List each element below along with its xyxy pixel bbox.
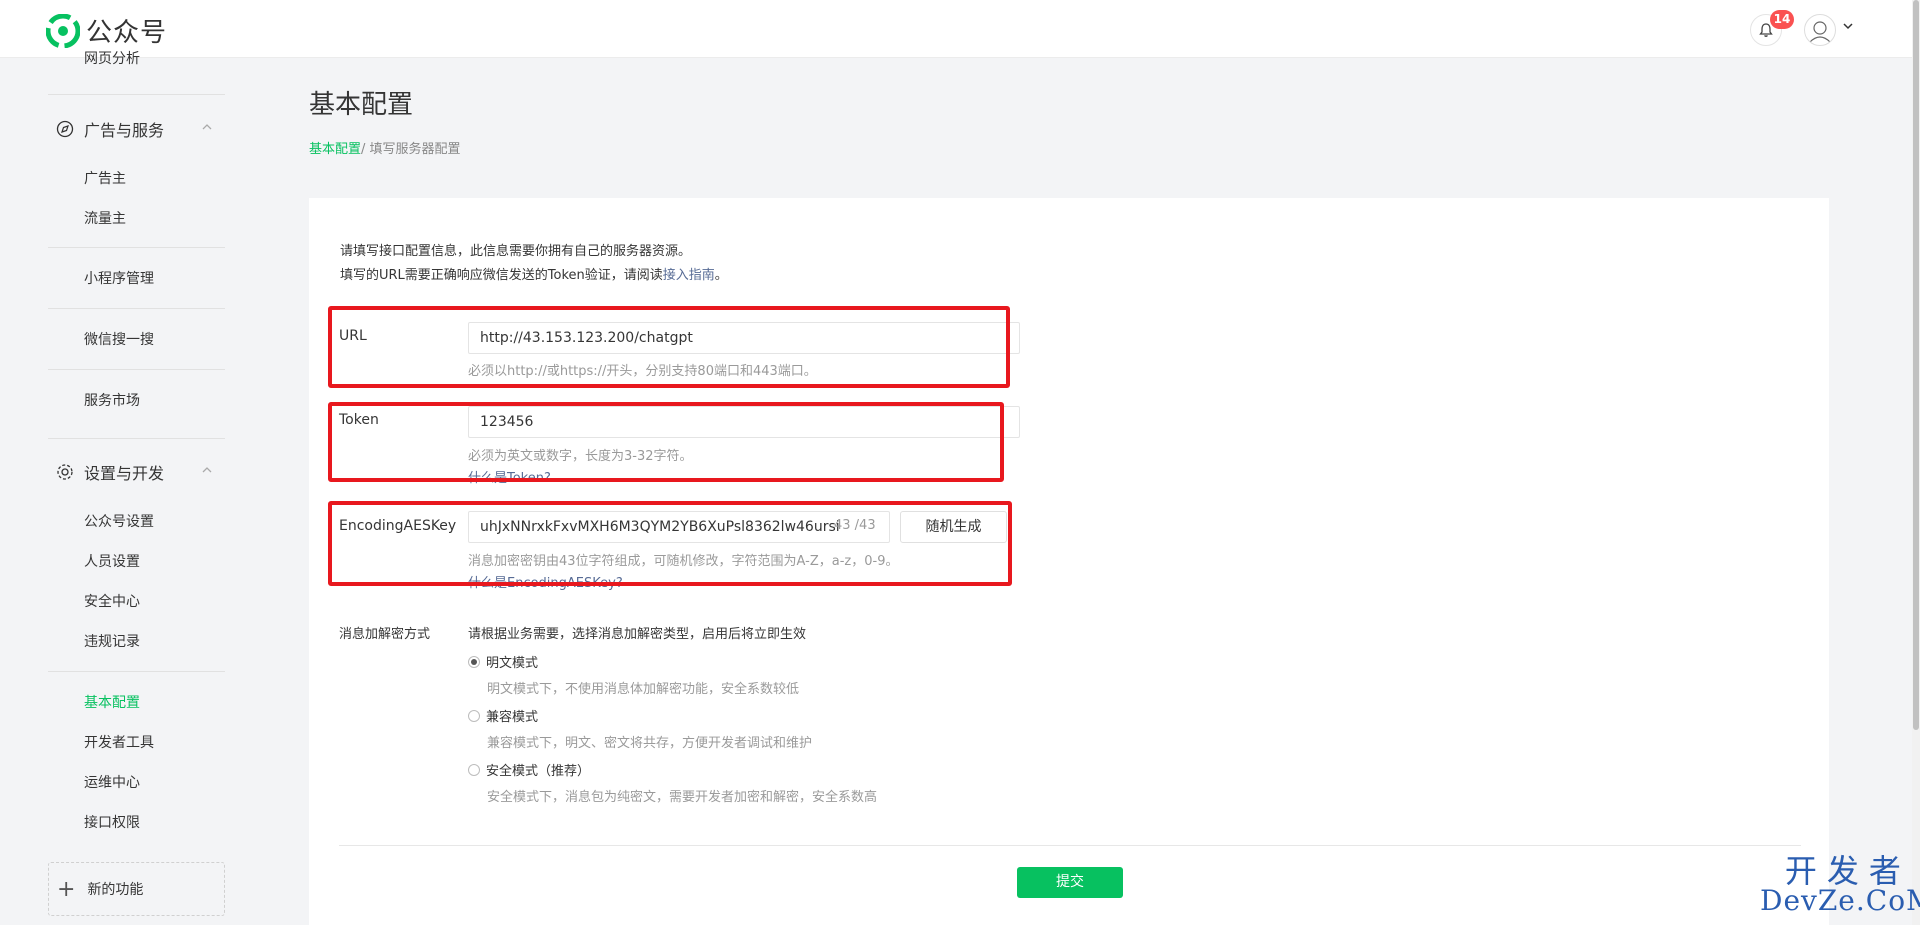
sidebar-divider (48, 369, 225, 370)
sidebar-item-publisher[interactable]: 流量主 (84, 208, 126, 228)
sidebar-group-ads[interactable]: 广告与服务 (56, 117, 164, 141)
divider (339, 845, 1801, 846)
chevron-up-icon[interactable] (200, 120, 214, 134)
radio-description: 明文模式下，不使用消息体加解密功能，安全系数较低 (487, 682, 800, 697)
sidebar-item-security-center[interactable]: 安全中心 (84, 591, 140, 611)
radio-plaintext-mode[interactable]: 明文模式 (468, 652, 538, 671)
notification-count-badge: 14 (1770, 10, 1794, 29)
radio-description: 兼容模式下，明文、密文将共存，方便开发者调试和维护 (487, 736, 813, 751)
user-avatar-icon (1809, 21, 1831, 43)
scrollbar[interactable] (1912, 0, 1920, 925)
desc-line-2: 填写的URL需要正确响应微信发送的Token验证，请阅读接入指南。 (340, 264, 728, 288)
encryption-mode-intro: 请根据业务需要，选择消息加解密类型，启用后将立即生效 (468, 627, 807, 642)
wechat-official-logo-icon (46, 13, 80, 48)
desc-text: 。 (714, 268, 728, 283)
sidebar-item-violations[interactable]: 违规记录 (84, 631, 140, 651)
sidebar-item-api-permissions[interactable]: 接口权限 (84, 812, 140, 832)
scrollbar-thumb[interactable] (1913, 0, 1919, 730)
chevron-down-icon[interactable] (1842, 20, 1854, 32)
compass-icon (56, 120, 74, 138)
highlight-box (328, 306, 1010, 388)
sidebar-group-settings-dev[interactable]: 设置与开发 (56, 460, 164, 484)
sidebar-item-dev-tools[interactable]: 开发者工具 (84, 732, 154, 752)
radio-unselected-icon (468, 763, 480, 776)
desc-text: 填写的URL需要正确响应微信发送的Token验证，请阅读 (340, 268, 663, 283)
radio-label: 明文模式 (486, 656, 539, 671)
radio-label: 安全模式（推荐） (486, 764, 591, 779)
sidebar-divider (48, 247, 225, 248)
sidebar-divider (48, 671, 225, 672)
access-guide-link[interactable]: 接入指南 (663, 268, 715, 283)
sidebar-item-staff-settings[interactable]: 人员设置 (84, 551, 140, 571)
avatar[interactable] (1804, 14, 1836, 46)
sidebar-item-ops-center[interactable]: 运维中心 (84, 772, 140, 792)
breadcrumb-next: 填写服务器配置 (365, 142, 461, 157)
radio-label: 兼容模式 (486, 710, 539, 725)
radio-description: 安全模式下，消息包为纯密文，需要开发者加密和解密，安全系数高 (487, 790, 878, 805)
page-title: 基本配置 (309, 90, 414, 120)
radio-secure-mode[interactable]: 安全模式（推荐） (468, 760, 590, 779)
sidebar-divider (48, 438, 225, 439)
highlight-box (328, 402, 1004, 482)
radio-selected-icon (468, 655, 480, 668)
desc-line-1: 请填写接口配置信息，此信息需要你拥有自己的服务器资源。 (340, 244, 692, 259)
app-name: 公众号 (86, 18, 168, 48)
sidebar-item-web-analytics[interactable]: 网页分析 (84, 48, 140, 68)
watermark-line-1: 开发者 (1784, 852, 1911, 890)
breadcrumb: 基本配置/ 填写服务器配置 (309, 138, 461, 157)
new-feature-label: 新的功能 (87, 882, 144, 898)
highlight-box (328, 501, 1012, 586)
watermark-line-2: DevZe.CoM (1760, 884, 1920, 917)
plus-icon: + (57, 876, 76, 902)
sidebar-item-advertiser[interactable]: 广告主 (84, 168, 126, 188)
radio-compatible-mode[interactable]: 兼容模式 (468, 706, 538, 725)
sidebar-divider (48, 308, 225, 309)
sidebar-item-wechat-search[interactable]: 微信搜一搜 (84, 329, 154, 349)
logo[interactable]: 公众号 (46, 12, 167, 49)
config-description: 请填写接口配置信息，此信息需要你拥有自己的服务器资源。 填写的URL需要正确响应… (340, 240, 728, 288)
sidebar-group-label: 广告与服务 (84, 121, 165, 140)
encryption-mode-label: 消息加解密方式 (339, 627, 431, 642)
new-feature-button[interactable]: + 新的功能 (48, 862, 225, 916)
gear-icon (56, 463, 74, 481)
sidebar: 网页分析 广告与服务 广告主 流量主 小程序管理 微信搜一搜 服务市场 设置与开… (0, 51, 245, 925)
radio-unselected-icon (468, 709, 480, 722)
top-bar: 公众号 14 (0, 0, 1920, 58)
sidebar-group-label: 设置与开发 (84, 464, 165, 483)
sidebar-item-account-settings[interactable]: 公众号设置 (84, 511, 154, 531)
submit-button[interactable]: 提交 (1017, 867, 1123, 898)
sidebar-item-miniprogram[interactable]: 小程序管理 (84, 268, 154, 288)
sidebar-item-service-market[interactable]: 服务市场 (84, 390, 140, 410)
breadcrumb-current[interactable]: 基本配置 (309, 142, 361, 157)
sidebar-item-basic-config[interactable]: 基本配置 (84, 692, 140, 712)
sidebar-divider (48, 94, 225, 95)
chevron-up-icon[interactable] (200, 463, 214, 477)
watermark: 开发者 DevZe.CoM (1760, 855, 1920, 915)
